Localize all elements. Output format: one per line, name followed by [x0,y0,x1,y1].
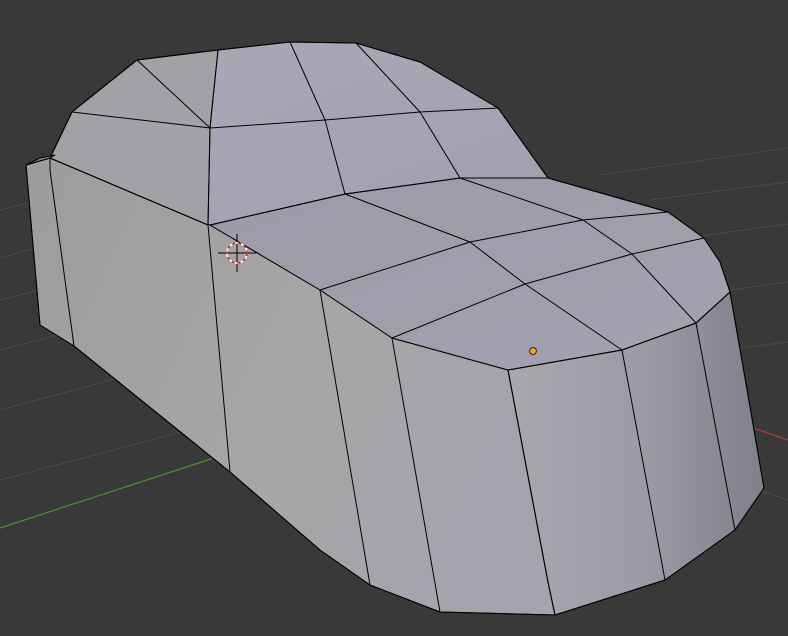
object-origin-icon[interactable] [529,347,537,355]
3d-viewport[interactable] [0,0,788,636]
viewport-canvas[interactable] [0,0,788,636]
car-mesh[interactable] [25,41,765,616]
